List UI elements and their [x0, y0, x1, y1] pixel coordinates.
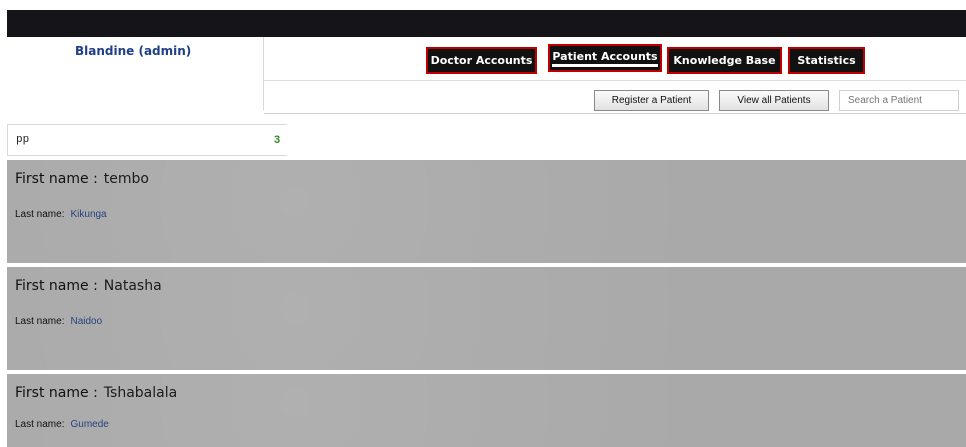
- first-name-value: Natasha: [103, 278, 162, 294]
- last-name-label: Last name:: [15, 419, 65, 430]
- result-count: 3: [274, 134, 281, 146]
- current-user-label: Blandine (admin): [75, 44, 192, 58]
- first-name-value: Tshabalala: [103, 385, 178, 401]
- user-panel: Blandine (admin): [7, 37, 264, 110]
- first-name-row: First name : tembo: [15, 171, 149, 187]
- tab-label: Statistics: [797, 54, 856, 67]
- register-patient-button[interactable]: Register a Patient: [594, 90, 709, 111]
- tab-doctor-accounts[interactable]: Doctor Accounts: [426, 47, 537, 74]
- tab-knowledge-base[interactable]: Knowledge Base: [667, 47, 782, 74]
- filter-query: pp: [16, 134, 30, 146]
- patient-filter[interactable]: pp 3: [7, 124, 287, 156]
- first-name-label: First name :: [15, 385, 98, 401]
- last-name-label: Last name:: [15, 209, 65, 220]
- first-name-row: First name : Tshabalala: [15, 385, 177, 401]
- search-patient-input[interactable]: [839, 90, 959, 111]
- last-name-row: Last name: Naidoo: [15, 316, 102, 327]
- tab-label: Doctor Accounts: [430, 54, 533, 67]
- tab-patient-accounts[interactable]: Patient Accounts: [548, 44, 662, 72]
- tab-statistics[interactable]: Statistics: [788, 47, 865, 74]
- last-name-value: Naidoo: [70, 316, 103, 327]
- first-name-label: First name :: [15, 278, 98, 294]
- last-name-value: Kikunga: [70, 209, 107, 220]
- first-name-value: tembo: [103, 171, 149, 187]
- tab-label: Patient Accounts: [552, 50, 658, 67]
- patient-list: First name : tembo Last name: Kikunga Firs…: [7, 160, 966, 447]
- last-name-label: Last name:: [15, 316, 65, 327]
- patient-record[interactable]: First name : Tshabalala Last name: Gumede: [7, 374, 966, 447]
- view-all-patients-button[interactable]: View all Patients: [719, 90, 829, 111]
- patient-record[interactable]: First name : tembo Last name: Kikunga: [7, 160, 966, 263]
- last-name-row: Last name: Gumede: [15, 419, 109, 430]
- last-name-row: Last name: Kikunga: [15, 209, 107, 220]
- patient-record[interactable]: First name : Natasha Last name: Naidoo: [7, 267, 966, 370]
- first-name-row: First name : Natasha: [15, 278, 162, 294]
- first-name-label: First name :: [15, 171, 98, 187]
- patient-actions-bar: Register a Patient View all Patients: [264, 80, 966, 114]
- main-nav: Doctor Accounts Patient Accounts Knowled…: [264, 37, 966, 79]
- tab-label: Knowledge Base: [673, 54, 776, 67]
- last-name-value: Gumede: [70, 419, 109, 430]
- top-bar: [7, 10, 966, 37]
